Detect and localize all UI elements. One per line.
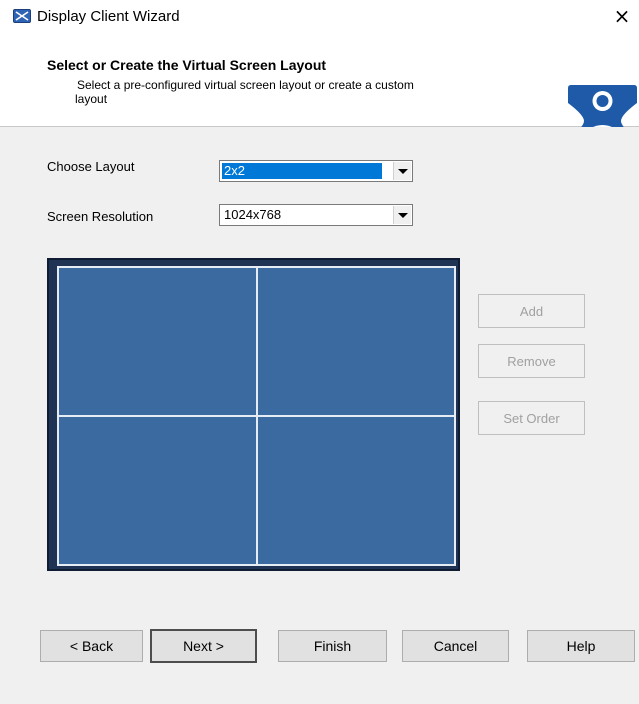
back-button[interactable]: < Back: [40, 630, 143, 662]
remove-button[interactable]: Remove: [478, 344, 585, 378]
wizard-header: Select or Create the Virtual Screen Layo…: [0, 34, 639, 144]
virtual-screen-grid: [57, 266, 456, 566]
page-subtitle: Select a pre-configured virtual screen l…: [75, 78, 547, 106]
window-title: Display Client Wizard: [37, 8, 180, 25]
screen-resolution-value: 1024x768: [224, 207, 282, 222]
page-title: Select or Create the Virtual Screen Layo…: [47, 57, 327, 73]
choose-layout-value: 2x2: [222, 163, 382, 179]
screen-resolution-label: Screen Resolution: [47, 209, 154, 224]
wizard-window: Display Client Wizard × Select or Create…: [0, 0, 639, 704]
choose-layout-select[interactable]: 2x2: [219, 160, 413, 182]
chevron-down-icon[interactable]: [393, 206, 411, 224]
add-button[interactable]: Add: [478, 294, 585, 328]
wizard-body: Choose Layout 2x2 Screen Resolution 1024…: [0, 127, 639, 704]
layout-preview: [47, 258, 460, 571]
finish-button[interactable]: Finish: [278, 630, 387, 662]
screen-resolution-select[interactable]: 1024x768: [219, 204, 413, 226]
display-client-icon: [13, 9, 31, 23]
next-button[interactable]: Next >: [150, 629, 257, 663]
set-order-button[interactable]: Set Order: [478, 401, 585, 435]
screen-cell[interactable]: [58, 416, 257, 565]
screen-cell[interactable]: [257, 416, 455, 565]
page-subtitle-line2: layout: [75, 92, 108, 106]
help-button[interactable]: Help: [527, 630, 635, 662]
screen-cell[interactable]: [257, 267, 455, 416]
chevron-down-icon[interactable]: [393, 162, 411, 180]
page-subtitle-line1: Select a pre-configured virtual screen l…: [77, 78, 414, 92]
close-icon[interactable]: ×: [610, 5, 634, 27]
cancel-button[interactable]: Cancel: [402, 630, 509, 662]
screen-cell[interactable]: [58, 267, 257, 416]
title-bar: Display Client Wizard ×: [0, 0, 639, 34]
choose-layout-label: Choose Layout: [47, 159, 135, 174]
